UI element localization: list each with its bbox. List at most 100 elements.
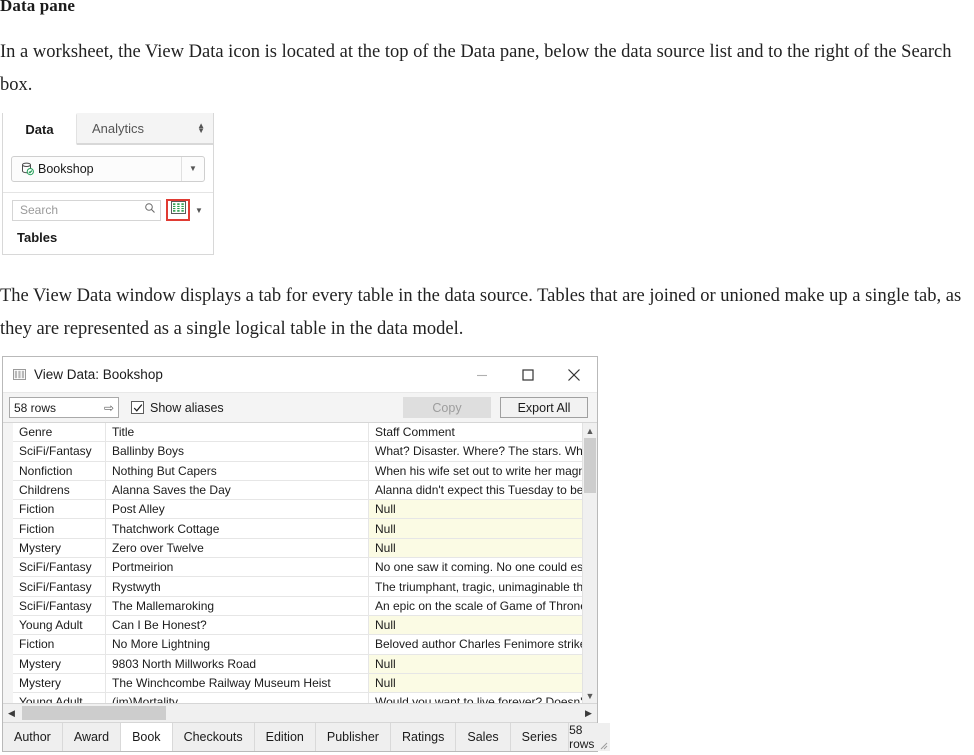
table-cell[interactable]: Rystwyth [106, 577, 369, 595]
table-cell[interactable]: Thatchwork Cottage [106, 519, 369, 537]
table-cell[interactable]: The triumphant, tragic, unimaginable thi… [369, 577, 582, 595]
copy-button[interactable]: Copy [403, 397, 491, 418]
table-cell[interactable]: Fiction [13, 500, 106, 518]
checkmark-icon [133, 403, 143, 413]
table-cell[interactable]: Can I Be Honest? [106, 616, 369, 634]
table-row[interactable]: FictionNo More LightningBeloved author C… [13, 635, 582, 654]
table-cell[interactable]: Post Alley [106, 500, 369, 518]
table-cell[interactable]: Young Adult [13, 616, 106, 634]
tab-data[interactable]: Data [3, 113, 77, 145]
table-tab-edition[interactable]: Edition [255, 723, 316, 751]
table-cell[interactable]: The Mallemaroking [106, 597, 369, 615]
chevron-down-icon[interactable]: ▼ [181, 157, 204, 181]
table-row[interactable]: SciFi/FantasyBallinby BoysWhat? Disaster… [13, 442, 582, 461]
table-cell[interactable]: Genre [13, 423, 106, 441]
table-cell[interactable]: SciFi/Fantasy [13, 577, 106, 595]
table-cell[interactable]: Nothing But Capers [106, 462, 369, 480]
vertical-scroll-track[interactable] [583, 438, 597, 688]
table-cell[interactable]: Portmeirion [106, 558, 369, 576]
table-cell[interactable]: 9803 North Millworks Road [106, 655, 369, 673]
table-tab-author[interactable]: Author [3, 723, 63, 751]
tab-analytics[interactable]: Analytics ▲▼ [77, 113, 213, 144]
table-cell[interactable]: Title [106, 423, 369, 441]
table-cell[interactable]: Beloved author Charles Fenimore strikes … [369, 635, 582, 653]
table-cell[interactable]: Mystery [13, 539, 106, 557]
table-cell[interactable]: An epic on the scale of Game of Thrones … [369, 597, 582, 615]
table-row[interactable]: Mystery9803 North Millworks RoadNull [13, 655, 582, 674]
table-cell[interactable]: What? Disaster. Where? The stars. When [369, 442, 582, 460]
close-button[interactable] [551, 357, 597, 392]
table-row[interactable]: MysteryThe Winchcombe Railway Museum Hei… [13, 674, 582, 693]
search-input[interactable]: Search [12, 200, 161, 221]
show-aliases-checkbox[interactable]: Show aliases [131, 401, 224, 415]
table-row[interactable]: FictionThatchwork CottageNull [13, 519, 582, 538]
horizontal-scroll-track[interactable] [20, 704, 580, 722]
table-cell[interactable]: Null [369, 539, 582, 557]
table-cell[interactable]: No More Lightning [106, 635, 369, 653]
table-cell[interactable]: Young Adult [13, 693, 106, 703]
table-cell[interactable]: SciFi/Fantasy [13, 558, 106, 576]
minimize-button[interactable] [459, 357, 505, 392]
table-row[interactable]: MysteryZero over TwelveNull [13, 539, 582, 558]
table-row[interactable]: ChildrensAlanna Saves the DayAlanna didn… [13, 481, 582, 500]
vertical-scroll-thumb[interactable] [584, 438, 596, 493]
table-tab-book[interactable]: Book [121, 723, 173, 751]
scroll-up-arrow-icon[interactable]: ▲ [583, 423, 597, 438]
table-tab-sales[interactable]: Sales [456, 723, 510, 751]
table-cell[interactable]: Mystery [13, 655, 106, 673]
horizontal-scrollbar[interactable]: ◀ ▶ [3, 704, 597, 723]
data-grid[interactable]: GenreTitleStaff CommentSciFi/FantasyBall… [3, 423, 582, 703]
data-source-selector[interactable]: Bookshop ▼ [11, 156, 205, 182]
table-cell[interactable]: Zero over Twelve [106, 539, 369, 557]
table-cell[interactable]: Alanna Saves the Day [106, 481, 369, 499]
table-cell[interactable]: Ballinby Boys [106, 442, 369, 460]
scroll-left-arrow-icon[interactable]: ◀ [3, 708, 20, 719]
table-cell[interactable]: Mystery [13, 674, 106, 692]
table-cell[interactable]: Would you want to live forever? Doesn't … [369, 693, 582, 703]
table-cell[interactable]: SciFi/Fantasy [13, 597, 106, 615]
table-row[interactable]: SciFi/FantasyRystwythThe triumphant, tra… [13, 577, 582, 596]
table-cell[interactable]: Alanna didn't expect this Tuesday to be … [369, 481, 582, 499]
table-tab-checkouts[interactable]: Checkouts [173, 723, 255, 751]
resize-grip-icon[interactable] [598, 739, 608, 749]
view-data-icon[interactable] [171, 201, 186, 219]
table-row[interactable]: Young Adult(im)MortalityWould you want t… [13, 693, 582, 703]
vertical-scrollbar[interactable]: ▲ ▼ [582, 423, 597, 703]
view-data-dropdown-caret-icon[interactable]: ▼ [190, 206, 208, 215]
load-more-arrow-icon[interactable]: ⇨ [104, 401, 114, 415]
table-cell[interactable]: Null [369, 519, 582, 537]
table-cell[interactable]: No one saw it coming. No one could escap [369, 558, 582, 576]
table-tab-series[interactable]: Series [511, 723, 569, 751]
table-cell[interactable]: When his wife set out to write her magnu… [369, 462, 582, 480]
table-row[interactable]: SciFi/FantasyPortmeirionNo one saw it co… [13, 558, 582, 577]
table-tab-ratings[interactable]: Ratings [391, 723, 456, 751]
table-cell[interactable]: (im)Mortality [106, 693, 369, 703]
maximize-button[interactable] [505, 357, 551, 392]
table-cell[interactable]: Fiction [13, 635, 106, 653]
table-cell[interactable]: Null [369, 500, 582, 518]
search-icon[interactable] [144, 201, 156, 219]
spinner-icon[interactable]: ▲▼ [197, 123, 205, 133]
table-row[interactable]: GenreTitleStaff Comment [13, 423, 582, 442]
table-row[interactable]: SciFi/FantasyThe MallemarokingAn epic on… [13, 597, 582, 616]
table-cell[interactable]: Fiction [13, 519, 106, 537]
table-row[interactable]: FictionPost AlleyNull [13, 500, 582, 519]
table-cell[interactable]: Staff Comment [369, 423, 582, 441]
horizontal-scroll-thumb[interactable] [22, 706, 166, 720]
table-cell[interactable]: SciFi/Fantasy [13, 442, 106, 460]
scroll-down-arrow-icon[interactable]: ▼ [583, 688, 597, 703]
table-cell[interactable]: Null [369, 616, 582, 634]
row-count-field[interactable]: 58 rows ⇨ [9, 397, 119, 418]
table-cell[interactable]: Null [369, 674, 582, 692]
table-row[interactable]: Young AdultCan I Be Honest?Null [13, 616, 582, 635]
export-all-button[interactable]: Export All [500, 397, 588, 418]
tab-analytics-label: Analytics [92, 121, 144, 136]
table-tab-award[interactable]: Award [63, 723, 121, 751]
table-cell[interactable]: Null [369, 655, 582, 673]
table-tab-publisher[interactable]: Publisher [316, 723, 391, 751]
table-cell[interactable]: The Winchcombe Railway Museum Heist [106, 674, 369, 692]
scroll-right-arrow-icon[interactable]: ▶ [580, 708, 597, 719]
table-row[interactable]: NonfictionNothing But CapersWhen his wif… [13, 462, 582, 481]
table-cell[interactable]: Nonfiction [13, 462, 106, 480]
table-cell[interactable]: Childrens [13, 481, 106, 499]
